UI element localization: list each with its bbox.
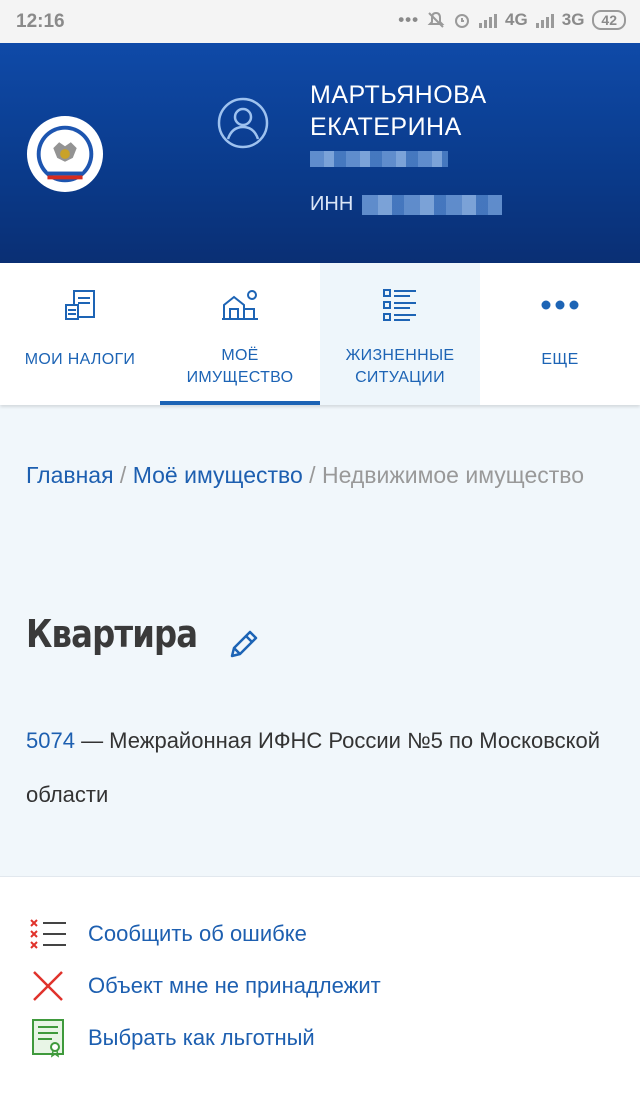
tab-more-label: ЕЩЕ — [541, 351, 579, 368]
more-dots-icon — [541, 300, 579, 310]
breadcrumb-home[interactable]: Главная — [26, 462, 114, 488]
certificate-icon — [32, 1019, 64, 1058]
breadcrumb: Главная / Моё имущество / Недвижимое иму… — [26, 458, 586, 493]
report-error-action[interactable]: Сообщить об ошибке — [0, 911, 640, 957]
tab-my-property-line1: МОЁ — [221, 347, 259, 364]
tax-office-name: — Межрайонная ИФНС России №5 по Московск… — [26, 728, 601, 807]
fns-logo — [26, 115, 104, 193]
tab-my-property[interactable]: МОЁ ИМУЩЕСТВО — [160, 263, 320, 405]
status-icons: ••• 4G 3G 42 — [398, 10, 626, 30]
tab-life-line2: СИТУАЦИИ — [355, 369, 445, 386]
clock: 12:16 — [16, 11, 65, 32]
taxes-icon — [65, 290, 95, 320]
tab-life-line1: ЖИЗНЕННЫЕ — [345, 347, 455, 364]
main-tabs: МОИ НАЛОГИ МОЁ ИМУЩЕСТВО ЖИЗНЕННЫЕ СИТУА… — [0, 263, 640, 405]
tax-office-info: 5074 — Межрайонная ИФНС России №5 по Мос… — [26, 714, 606, 822]
actions-panel: Сообщить об ошибке Объект мне не принадл… — [0, 876, 640, 1111]
breadcrumb-sep-2: / — [302, 462, 322, 488]
list-icon — [383, 289, 416, 321]
mute-icon — [427, 11, 445, 28]
not-my-object-label: Объект мне не принадлежит — [88, 973, 381, 998]
tax-office-code[interactable]: 5074 — [26, 728, 75, 753]
network-3g: 3G — [561, 10, 585, 29]
tab-life-situations-label: ЖИЗНЕННЫЕ СИТУАЦИИ — [320, 345, 480, 389]
user-avatar-icon[interactable] — [216, 96, 270, 150]
breadcrumb-sep: / — [113, 462, 133, 488]
edit-pencil-icon[interactable] — [224, 626, 264, 666]
signal-icon-2 — [535, 12, 554, 28]
more-dots-icon: ••• — [398, 10, 420, 29]
breadcrumb-current: Недвижимое имущество — [321, 462, 585, 488]
tab-life-situations[interactable]: ЖИЗНЕННЫЕ СИТУАЦИИ — [320, 263, 480, 405]
status-bar: 12:16 ••• 4G 3G 42 — [0, 0, 640, 43]
select-preferential-action[interactable]: Выбрать как льготный — [0, 1015, 640, 1061]
page-title: Квартира — [26, 612, 198, 656]
tab-more[interactable]: ЕЩЕ — [480, 263, 640, 405]
tab-my-property-line2: ИМУЩЕСТВО — [186, 369, 294, 386]
report-error-label: Сообщить об ошибке — [88, 921, 307, 946]
not-my-object-action[interactable]: Объект мне не принадлежит — [0, 963, 640, 1009]
battery-icon: 42 — [592, 10, 626, 30]
network-4g: 4G — [505, 10, 528, 29]
cross-icon — [33, 971, 63, 1001]
property-icon — [222, 290, 258, 320]
select-preferential-label: Выбрать как льготный — [88, 1025, 315, 1050]
tab-my-taxes-label: МОИ НАЛОГИ — [24, 351, 136, 368]
signal-icon — [479, 12, 498, 28]
profile-header: МАРТЬЯНОВА ЕКАТЕРИНА ИНН — [0, 43, 640, 263]
user-name: МАРТЬЯНОВА ЕКАТЕРИНА — [310, 79, 487, 143]
redacted-inn — [362, 195, 502, 215]
breadcrumb-property[interactable]: Моё имущество — [133, 462, 303, 488]
redacted-field — [310, 151, 448, 167]
alarm-icon — [455, 14, 470, 28]
report-error-icon — [30, 919, 66, 949]
tab-my-property-label: МОЁ ИМУЩЕСТВО — [160, 345, 320, 389]
user-name-line2: ЕКАТЕРИНА — [310, 113, 462, 141]
inn-label: ИНН — [310, 193, 354, 215]
tab-my-taxes[interactable]: МОИ НАЛОГИ — [0, 263, 160, 405]
user-name-line1: МАРТЬЯНОВА — [310, 81, 487, 109]
